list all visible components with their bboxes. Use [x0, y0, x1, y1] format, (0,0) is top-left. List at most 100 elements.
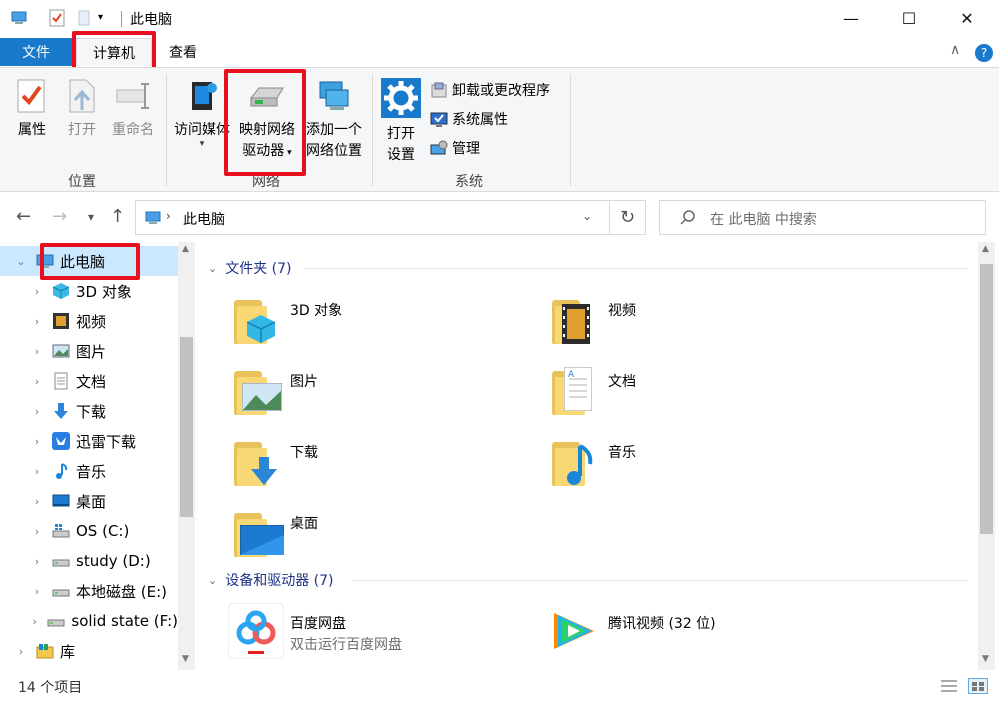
tree-item-3d-objects[interactable]: › 3D 对象	[0, 276, 178, 306]
chevron-right-icon[interactable]: ›	[30, 525, 44, 538]
nav-scrollbar[interactable]: ▲ ▼	[178, 242, 195, 670]
help-icon[interactable]: ?	[975, 44, 993, 62]
scroll-up-icon[interactable]: ▲	[182, 244, 189, 254]
chevron-right-icon[interactable]: ›	[14, 645, 28, 658]
address-bar[interactable]: › 此电脑 ⌄	[135, 200, 610, 235]
collapse-ribbon-icon[interactable]: ∧	[950, 42, 960, 58]
details-view-icon[interactable]	[940, 678, 958, 694]
chevron-right-icon[interactable]: ›	[30, 585, 44, 598]
chevron-right-icon[interactable]: ›	[30, 495, 44, 508]
open-settings-label-line1: 打开	[387, 126, 415, 142]
tree-item-videos[interactable]: › 视频	[0, 306, 178, 336]
refresh-icon[interactable]: ↻	[610, 200, 646, 235]
open-button[interactable]: 打开	[62, 78, 102, 140]
navigation-bar: ← → ▾ ↑ › 此电脑 ⌄ ↻ 在 此电脑 中搜索	[0, 192, 999, 242]
properties-icon	[14, 78, 50, 114]
folder-3d-objects[interactable]: 3D 对象	[228, 290, 528, 356]
manage-button[interactable]: 管理	[430, 137, 480, 159]
address-dropdown-icon[interactable]: ⌄	[582, 209, 592, 223]
customize-quick-access-icon[interactable]: ▾	[98, 12, 116, 30]
folder-documents[interactable]: A 文档	[546, 361, 846, 427]
add-location-label-line1: 添加一个	[306, 122, 362, 138]
tree-item-desktop[interactable]: › 桌面	[0, 486, 178, 516]
baidu-netdisk-icon	[227, 602, 285, 660]
documents-folder-icon: A	[546, 361, 602, 417]
tree-item-label: 桌面	[76, 492, 107, 511]
nav-scroll-thumb[interactable]	[180, 337, 193, 517]
new-folder-quick-icon[interactable]	[76, 9, 94, 27]
tree-item-music[interactable]: › 音乐	[0, 456, 178, 486]
search-box[interactable]: 在 此电脑 中搜索	[659, 200, 986, 235]
chevron-down-icon[interactable]: ⌄	[208, 262, 217, 275]
properties-button[interactable]: 属性	[12, 78, 52, 140]
large-icons-view-icon[interactable]	[968, 678, 988, 694]
minimize-button[interactable]: —	[822, 0, 880, 36]
devices-section-label: 设备和驱动器 (7)	[225, 573, 334, 589]
folder-label: 音乐	[608, 445, 636, 461]
system-properties-label: 系统属性	[452, 112, 508, 128]
recent-locations-icon[interactable]: ▾	[88, 210, 94, 224]
tree-item-documents[interactable]: › 文档	[0, 366, 178, 396]
item-count: 14 个项目	[18, 680, 83, 696]
tree-item-label: 音乐	[76, 462, 107, 481]
folder-label: 下载	[290, 445, 318, 461]
address-path[interactable]: 此电脑	[183, 209, 225, 229]
chevron-right-icon[interactable]: ›	[30, 555, 44, 568]
chevron-right-icon[interactable]: ›	[30, 615, 39, 628]
up-arrow-icon[interactable]: ↑	[110, 206, 125, 227]
chevron-right-icon[interactable]: ›	[30, 315, 44, 328]
tree-item-drive-e[interactable]: › 本地磁盘 (E:)	[0, 576, 178, 606]
library-icon	[36, 642, 54, 660]
navigation-pane: ⌄ 此电脑 › 3D 对象 › 视频 › 图片 › 文档 › 下载 › 迅雷下载…	[0, 242, 196, 670]
tree-item-pictures[interactable]: › 图片	[0, 336, 178, 366]
tree-item-libraries[interactable]: › 库	[0, 636, 178, 666]
tree-item-drive-f[interactable]: › solid state (F:)	[0, 606, 178, 636]
chevron-right-icon[interactable]: ›	[30, 375, 44, 388]
video-icon	[52, 312, 70, 330]
desktop-folder-icon	[228, 503, 284, 559]
folders-section-header[interactable]: ⌄ 文件夹 (7)	[208, 258, 292, 278]
folder-desktop[interactable]: 桌面	[228, 503, 528, 569]
folder-downloads[interactable]: 下载	[228, 432, 528, 498]
folder-pictures[interactable]: 图片	[228, 361, 528, 427]
forward-arrow-icon[interactable]: →	[52, 206, 67, 227]
chevron-down-icon[interactable]: ⌄	[14, 255, 28, 268]
back-arrow-icon[interactable]: ←	[16, 206, 31, 227]
maximize-button[interactable]: ☐	[880, 0, 938, 36]
scroll-up-icon[interactable]: ▲	[982, 244, 989, 254]
device-tencent-video[interactable]: 腾讯视频 (32 位)	[546, 603, 846, 669]
folder-music[interactable]: 音乐	[546, 432, 846, 498]
breadcrumb-chevron-icon[interactable]: ›	[166, 209, 171, 223]
content-scroll-thumb[interactable]	[980, 264, 993, 534]
properties-quick-icon[interactable]	[48, 9, 66, 27]
content-scrollbar[interactable]: ▲ ▼	[978, 242, 995, 670]
chevron-right-icon[interactable]: ›	[30, 345, 44, 358]
system-properties-button[interactable]: 系统属性	[430, 108, 508, 130]
scroll-down-icon[interactable]: ▼	[182, 654, 189, 664]
chevron-down-icon[interactable]: ⌄	[208, 574, 217, 587]
tab-file[interactable]: 文件	[0, 38, 72, 66]
manage-icon	[430, 139, 448, 157]
add-network-location-button[interactable]: 添加一个 网络位置	[302, 78, 366, 162]
location-group-label: 位置	[68, 174, 96, 190]
tab-view[interactable]: 查看	[152, 38, 214, 66]
tree-item-downloads[interactable]: › 下载	[0, 396, 178, 426]
chevron-right-icon[interactable]: ›	[30, 435, 44, 448]
chevron-right-icon[interactable]: ›	[30, 465, 44, 478]
uninstall-label: 卸载或更改程序	[452, 83, 550, 99]
folder-videos[interactable]: 视频	[546, 290, 846, 356]
open-settings-button[interactable]: 打开 设置	[380, 78, 422, 166]
tree-item-xunlei[interactable]: › 迅雷下载	[0, 426, 178, 456]
device-baidu-netdisk[interactable]: 百度网盘 双击运行百度网盘	[227, 602, 528, 669]
folder-label: 图片	[290, 374, 318, 390]
download-folder-icon	[228, 432, 284, 488]
rename-button[interactable]: 重命名	[108, 78, 158, 140]
tree-item-drive-c[interactable]: › OS (C:)	[0, 516, 178, 546]
scroll-down-icon[interactable]: ▼	[982, 654, 989, 664]
chevron-right-icon[interactable]: ›	[30, 405, 44, 418]
chevron-right-icon[interactable]: ›	[30, 285, 44, 298]
uninstall-programs-button[interactable]: 卸载或更改程序	[430, 79, 550, 101]
devices-section-header[interactable]: ⌄ 设备和驱动器 (7)	[208, 570, 334, 590]
tree-item-drive-d[interactable]: › study (D:)	[0, 546, 178, 576]
close-button[interactable]: ✕	[938, 0, 996, 36]
